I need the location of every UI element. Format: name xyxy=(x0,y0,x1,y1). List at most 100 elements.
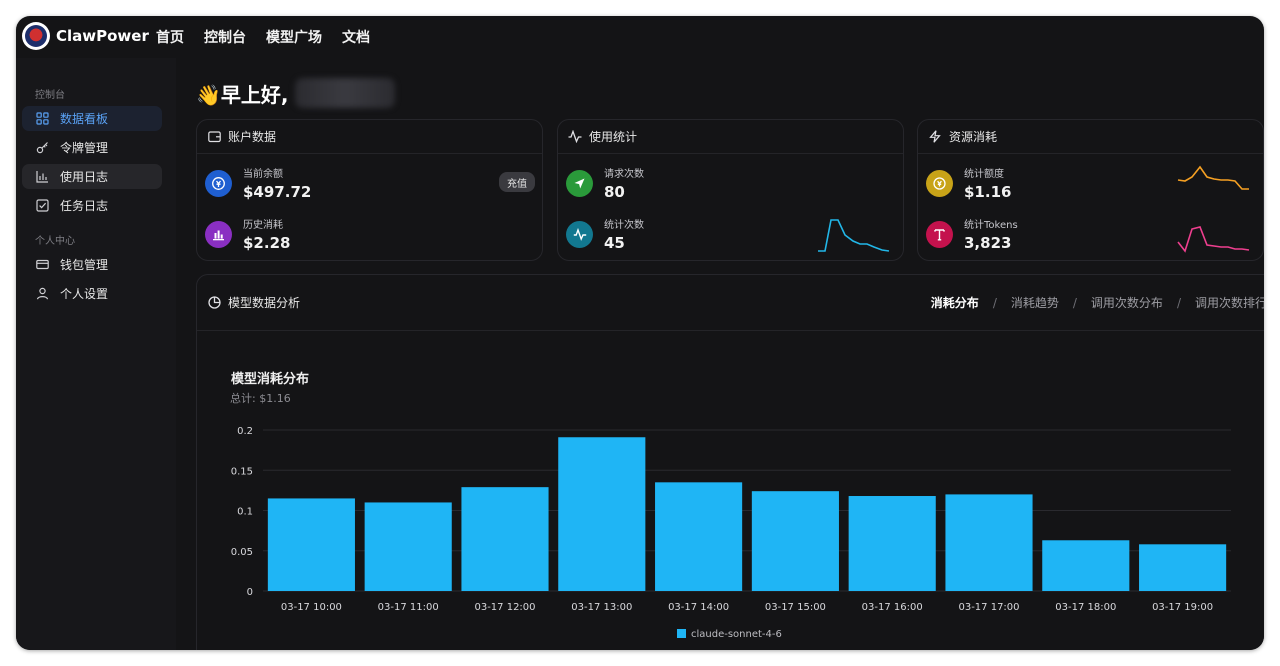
y-tick-label: 0.05 xyxy=(231,547,253,558)
wallet-icon xyxy=(207,130,221,144)
y-tick-label: 0.2 xyxy=(237,426,253,437)
sidebar-item-label: 任务日志 xyxy=(60,199,109,213)
legend-swatch xyxy=(677,629,686,638)
lightning-icon xyxy=(928,130,942,144)
coin-icon xyxy=(926,169,953,197)
nav-model-plaza[interactable]: 模型广场 xyxy=(266,27,322,47)
stat-label: 请求次数 xyxy=(604,169,644,180)
bar xyxy=(751,491,839,591)
app-window: ClawPower 首页 控制台 模型广场 文档 控制台 数据看板 令牌管理 使… xyxy=(16,16,1264,650)
top-navbar: ClawPower 首页 控制台 模型广场 文档 xyxy=(16,16,1264,58)
quota-stat: 统计额度 $1.16 xyxy=(926,165,1011,201)
x-tick-label: 03-17 13:00 xyxy=(571,602,632,613)
brand-logo[interactable] xyxy=(22,22,50,50)
y-tick-label: 0.15 xyxy=(231,466,253,477)
x-tick-label: 03-17 16:00 xyxy=(862,602,923,613)
sidebar: 控制台 数据看板 令牌管理 使用日志 任务日志 个人中心 钱包管理 个人设置 xyxy=(16,58,176,650)
sidebar-item-label: 钱包管理 xyxy=(60,258,109,272)
y-tick-label: 0 xyxy=(247,587,253,598)
stat-label: 统计额度 xyxy=(964,169,1004,180)
x-tick-label: 03-17 18:00 xyxy=(1055,602,1116,613)
model-analysis-card: 模型数据分析 消耗分布 / 消耗趋势 / 调用次数分布 / 调用次数排行 模型消… xyxy=(196,274,1264,650)
nav-docs[interactable]: 文档 xyxy=(342,27,370,47)
tokens-stat: 统计Tokens 3,823 xyxy=(926,216,1018,252)
sidebar-item-dashboard[interactable]: 数据看板 xyxy=(22,106,162,131)
sidebar-item-label: 个人设置 xyxy=(60,287,109,301)
user-icon xyxy=(35,287,49,301)
stat-value: $497.72 xyxy=(243,183,312,201)
x-tick-label: 03-17 17:00 xyxy=(958,602,1019,613)
bar xyxy=(655,482,743,591)
brand-name[interactable]: ClawPower xyxy=(56,27,149,45)
nav-console[interactable]: 控制台 xyxy=(204,27,246,47)
balance-stat: 当前余额 $497.72 xyxy=(205,165,311,201)
card-header: 资源消耗 xyxy=(918,120,1263,154)
bar-chart-icon xyxy=(205,220,232,248)
quota-sparkline xyxy=(1177,165,1249,190)
card-title: 使用统计 xyxy=(589,130,638,144)
bar xyxy=(364,502,452,591)
account-card: 账户数据 当前余额 $497.72 充值 历史消耗 $2.28 xyxy=(196,119,543,261)
card-title: 资源消耗 xyxy=(949,130,998,144)
requests-stat: 请求次数 80 xyxy=(566,165,644,201)
dashboard-icon xyxy=(35,112,49,126)
x-tick-label: 03-17 12:00 xyxy=(474,602,535,613)
sidebar-item-settings[interactable]: 个人设置 xyxy=(22,281,162,306)
bar xyxy=(848,496,936,591)
x-tick-label: 03-17 14:00 xyxy=(668,602,729,613)
x-tick-label: 03-17 15:00 xyxy=(765,602,826,613)
sidebar-item-usage-log[interactable]: 使用日志 xyxy=(22,164,162,189)
nav-home[interactable]: 首页 xyxy=(156,27,184,47)
stat-value: 3,823 xyxy=(964,234,1012,252)
wallet-icon xyxy=(35,258,49,272)
x-tick-label: 03-17 19:00 xyxy=(1152,602,1213,613)
sidebar-section-personal: 个人中心 xyxy=(35,236,75,247)
key-icon xyxy=(35,141,49,155)
stat-value: $2.28 xyxy=(243,234,291,252)
recharge-button[interactable]: 充值 xyxy=(499,172,535,192)
bar xyxy=(1139,544,1227,591)
stat-value: $1.16 xyxy=(964,183,1012,201)
bar-chart-icon xyxy=(35,170,49,184)
card-header: 账户数据 xyxy=(197,120,542,154)
stat-label: 统计次数 xyxy=(604,220,644,231)
y-tick-label: 0.1 xyxy=(237,507,253,518)
activity-icon xyxy=(568,130,582,144)
sidebar-item-wallet[interactable]: 钱包管理 xyxy=(22,252,162,277)
stat-value: 80 xyxy=(604,183,625,201)
greeting-text: 👋早上好, xyxy=(196,82,289,107)
top-nav: 首页 控制台 模型广场 文档 xyxy=(156,27,370,47)
bar xyxy=(267,498,355,591)
token-t-icon xyxy=(926,220,953,248)
sidebar-item-label: 使用日志 xyxy=(60,170,109,184)
stat-label: 当前余额 xyxy=(243,169,283,180)
checkbox-icon xyxy=(35,199,49,213)
sidebar-item-tokens[interactable]: 令牌管理 xyxy=(22,135,162,160)
stat-label: 历史消耗 xyxy=(243,220,283,231)
pulse-icon xyxy=(566,220,593,248)
x-tick-label: 03-17 11:00 xyxy=(378,602,439,613)
blurred-username xyxy=(294,78,395,108)
resource-card: 资源消耗 统计额度 $1.16 统计Tokens 3,823 xyxy=(917,119,1264,261)
sidebar-item-label: 数据看板 xyxy=(60,112,109,126)
count-sparkline xyxy=(818,219,890,252)
bar xyxy=(461,487,549,591)
bar xyxy=(1042,540,1130,591)
sidebar-item-task-log[interactable]: 任务日志 xyxy=(22,193,162,218)
stat-value: 45 xyxy=(604,234,625,252)
sidebar-item-label: 令牌管理 xyxy=(60,141,109,155)
consumption-bar-chart: 0 0.05 0.1 0.15 0.2 03-17 10:00 03-17 11:00 03-… xyxy=(231,426,1231,640)
bar xyxy=(558,437,646,591)
sidebar-section-console: 控制台 xyxy=(35,90,65,101)
x-tick-label: 03-17 10:00 xyxy=(281,602,342,613)
card-header: 使用统计 xyxy=(558,120,903,154)
count-stat: 统计次数 45 xyxy=(566,216,644,252)
history-stat: 历史消耗 $2.28 xyxy=(205,216,290,252)
greeting: 👋早上好, xyxy=(196,78,395,108)
tokens-sparkline xyxy=(1177,226,1250,253)
legend-label: claude-sonnet-4-6 xyxy=(691,629,782,640)
card-title: 账户数据 xyxy=(228,130,277,144)
coin-icon xyxy=(205,169,232,197)
bar xyxy=(945,494,1033,591)
stat-label: 统计Tokens xyxy=(964,220,1018,231)
